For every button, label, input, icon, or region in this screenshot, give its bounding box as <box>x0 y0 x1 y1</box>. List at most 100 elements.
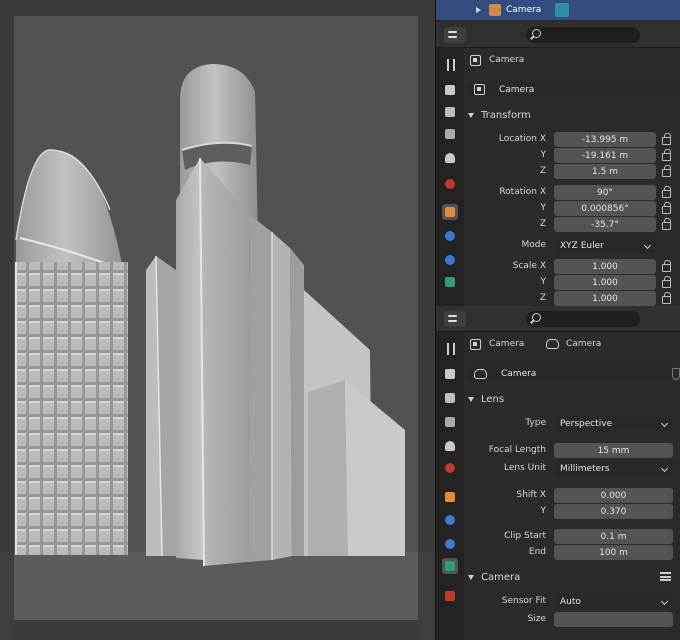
location-z-field[interactable]: 1.5 m <box>554 164 656 179</box>
rotation-y-label: Y <box>540 203 547 213</box>
tab-tool[interactable] <box>442 340 458 356</box>
lock-icon[interactable] <box>662 186 671 198</box>
clip-start-label: Clip Start <box>504 531 546 541</box>
object-properties-tabs <box>436 48 464 308</box>
shift-x-field[interactable]: 0.000 <box>554 488 673 503</box>
lock-icon[interactable] <box>662 202 671 214</box>
fake-user-shield-icon[interactable] <box>672 368 680 380</box>
shift-x-label: Shift X <box>516 490 546 500</box>
scale-z-label: Z <box>539 293 546 303</box>
lock-icon[interactable] <box>662 260 671 272</box>
presets-list-icon[interactable] <box>660 572 671 581</box>
outliner-row-camera[interactable]: Camera <box>436 0 680 20</box>
shift-y-field[interactable]: 0.370 <box>554 504 673 519</box>
3d-viewport[interactable] <box>0 0 435 640</box>
object-name-field[interactable]: Camera <box>468 82 680 97</box>
lock-icon[interactable] <box>662 276 671 288</box>
tab-object[interactable] <box>442 204 458 220</box>
transform-section-header[interactable]: Transform <box>468 106 531 124</box>
tab-view-layer[interactable] <box>442 414 458 430</box>
object-icon <box>445 492 455 502</box>
editor-type-button[interactable] <box>444 310 466 327</box>
tab-object-data[interactable] <box>442 274 458 290</box>
scale-z-field[interactable]: 1.000 <box>554 291 656 306</box>
world-icon <box>445 463 455 473</box>
sensor-size-label: Size <box>527 614 546 624</box>
sensor-size-field[interactable] <box>554 612 673 627</box>
lock-icon[interactable] <box>662 133 671 145</box>
scene-icon <box>445 153 455 163</box>
clip-end-field[interactable]: 100 m <box>554 545 673 560</box>
rotation-z-field[interactable]: -35.7° <box>554 217 656 232</box>
clip-end-label: End <box>528 547 546 557</box>
rotation-y-field[interactable]: 0.000856° <box>554 201 656 216</box>
camera-properties-header <box>436 306 680 332</box>
object-properties-content: Camera Camera Transform Location X -13.9… <box>464 48 680 308</box>
lock-icon[interactable] <box>662 149 671 161</box>
location-z-label: Z <box>539 166 546 176</box>
properties-area: Camera Camera Camera Transform Location … <box>435 0 680 640</box>
tab-object[interactable] <box>442 489 458 505</box>
constraints-icon <box>445 231 455 241</box>
scale-x-field[interactable]: 1.000 <box>554 259 656 274</box>
rotation-mode-select[interactable]: XYZ Euler <box>554 238 656 253</box>
collapse-caret-icon <box>468 574 474 580</box>
tab-constraints[interactable] <box>442 512 458 528</box>
camera-section-header[interactable]: Camera <box>468 568 520 586</box>
lens-unit-select[interactable]: Millimeters <box>554 461 673 476</box>
tab-render[interactable] <box>442 366 458 382</box>
camera-data-tab-icon <box>445 277 455 287</box>
focal-length-field[interactable]: 15 mm <box>554 443 673 458</box>
camera-data-name-field[interactable]: Camera <box>468 366 672 381</box>
collapse-caret-icon <box>468 112 474 118</box>
tab-world[interactable] <box>442 176 458 192</box>
location-x-field[interactable]: -13.995 m <box>554 132 656 147</box>
tab-view-layer[interactable] <box>442 126 458 142</box>
mode-label: Mode <box>521 240 546 250</box>
object-icon <box>470 55 481 66</box>
tab-physics[interactable] <box>442 252 458 268</box>
output-icon <box>445 393 455 403</box>
tab-tool[interactable] <box>442 56 458 72</box>
lens-type-select[interactable]: Perspective <box>554 416 673 431</box>
tab-output[interactable] <box>442 104 458 120</box>
scene-icon <box>445 441 455 451</box>
lens-section-header[interactable]: Lens <box>468 390 504 408</box>
shift-y-label: Y <box>540 506 547 516</box>
tab-constraints[interactable] <box>442 228 458 244</box>
tab-texture[interactable] <box>442 588 458 604</box>
expand-triangle-icon[interactable] <box>476 7 481 13</box>
type-label: Type <box>525 418 546 428</box>
location-y-label: Y <box>540 150 547 160</box>
search-icon <box>532 28 541 38</box>
tab-render[interactable] <box>442 82 458 98</box>
search-icon <box>532 312 541 322</box>
tab-output[interactable] <box>442 390 458 406</box>
location-y-field[interactable]: -19.161 m <box>554 148 656 163</box>
sensor-fit-select[interactable]: Auto <box>554 594 673 609</box>
search-input[interactable] <box>526 310 640 327</box>
editor-type-button[interactable] <box>444 26 466 43</box>
camera-data-icon[interactable] <box>555 3 570 17</box>
object-datablock-icon <box>474 84 485 95</box>
scale-y-field[interactable]: 1.000 <box>554 275 656 290</box>
tab-object-data[interactable] <box>442 558 458 574</box>
physics-icon <box>445 539 455 549</box>
camera-properties-tabs <box>436 332 464 640</box>
physics-icon <box>445 255 455 265</box>
lock-icon[interactable] <box>662 165 671 177</box>
lock-icon[interactable] <box>662 292 671 304</box>
tab-physics[interactable] <box>442 536 458 552</box>
render-icon <box>445 85 455 95</box>
camera-data-tab-icon <box>445 561 455 571</box>
output-icon <box>445 107 455 117</box>
rotation-x-field[interactable]: 90° <box>554 185 656 200</box>
tab-scene[interactable] <box>442 150 458 166</box>
tab-scene[interactable] <box>442 438 458 454</box>
rotation-z-label: Z <box>539 219 546 229</box>
search-input[interactable] <box>526 26 640 43</box>
lock-icon[interactable] <box>662 218 671 230</box>
tab-world[interactable] <box>442 460 458 476</box>
clip-start-field[interactable]: 0.1 m <box>554 529 673 544</box>
camera-data-icon <box>546 339 559 349</box>
